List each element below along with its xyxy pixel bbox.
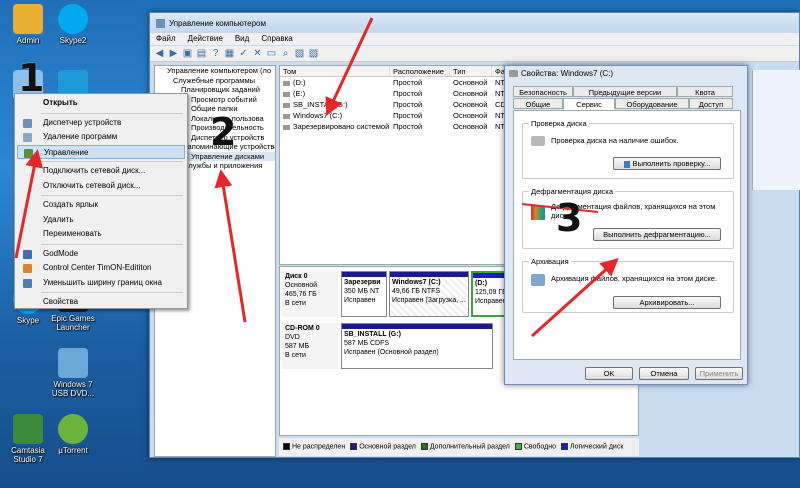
annotation-number-3: 3 [556,196,583,240]
arrow-to-volume [325,17,374,117]
annotation-arrows [14,17,619,338]
arrow-3 [530,257,619,338]
arrow-1 [14,149,44,259]
annotation-number-1: 1 [18,56,45,100]
annotation-number-2: 2 [210,110,237,154]
arrow-2-up [214,169,247,323]
